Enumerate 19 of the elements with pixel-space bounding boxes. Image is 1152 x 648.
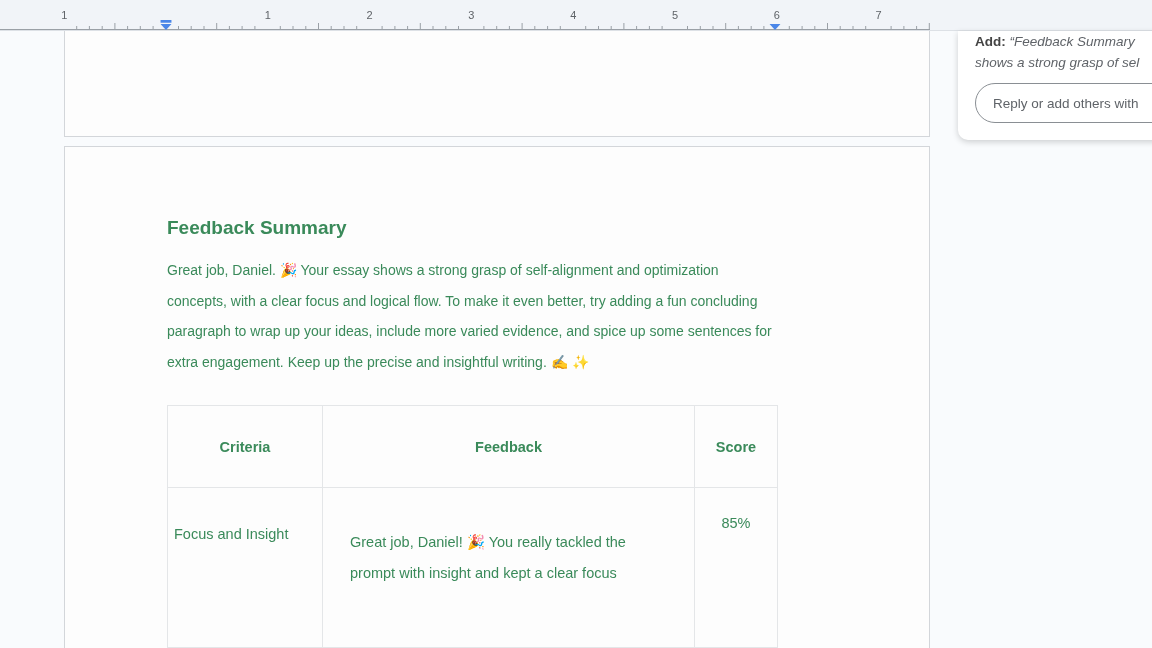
- reply-field[interactable]: Reply or add others with: [975, 83, 1152, 123]
- summary-paragraph: Great job, Daniel. 🎉 Your essay shows a strong grasp of self-alignment and optimization concepts, with a clear focus and logical flow. To make it even better, try adding a fun concluding paragraph to wrap up your ideas, include more varied evidence, and spice up some sentences for extra engagement. Keep up the precise and insightful writing. ✍ ✨: [167, 261, 773, 372]
- ruler-number: 5: [670, 11, 680, 20]
- table-cell: 85%: [694, 487, 778, 648]
- ruler-number: 4: [569, 11, 578, 20]
- column-header: Score: [694, 405, 778, 488]
- ruler-number: 1: [263, 11, 272, 20]
- table-cell: Great job, Daniel! 🎉 You really tackled the prompt with insight and kept a clear focus: [322, 487, 695, 648]
- table-cell: Focus and Insight: [167, 487, 323, 648]
- column-header: Feedback: [322, 405, 695, 488]
- comment-text: Add: “Feedback Summary shows a strong grasp of sel: [975, 33, 1141, 72]
- column-header: Criteria: [167, 405, 323, 488]
- indent-marker-icon[interactable]: [160, 20, 172, 30]
- section-heading: Feedback Summary: [167, 217, 348, 239]
- ruler-number: 6: [772, 11, 781, 20]
- ruler-number: 3: [467, 11, 476, 20]
- ruler-number: 2: [365, 11, 374, 20]
- ruler-number: 1: [60, 11, 69, 20]
- ruler-number: 7: [874, 11, 883, 20]
